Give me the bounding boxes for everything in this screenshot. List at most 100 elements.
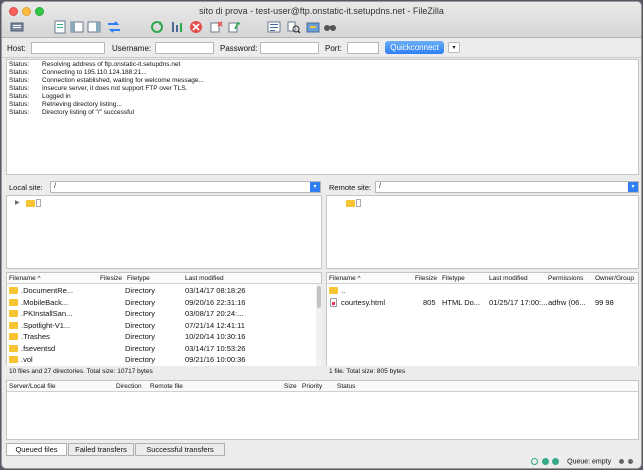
expand-arrow-icon[interactable]: ▶ [15, 199, 20, 206]
upload-indicator-icon [542, 458, 550, 465]
toggle-log-icon[interactable] [52, 19, 67, 34]
local-path-dropdown-icon[interactable]: ▾ [310, 182, 320, 192]
log-message: Directory listing of "/" successful [42, 109, 135, 116]
local-file-list-header: Filename ^ Filesize Filetype Last modifi… [7, 273, 321, 284]
column-filename[interactable]: Filename ^ [329, 275, 361, 282]
column-filetype[interactable]: Filetype [442, 275, 465, 282]
username-input[interactable] [155, 42, 214, 54]
remote-file-list-header: Filename ^ Filesize Filetype Last modifi… [327, 273, 638, 284]
transfer-queue[interactable]: Server/Local file Direction Remote file … [6, 380, 639, 440]
table-row[interactable]: .fseventsd Directory 03/14/17 10:53:26 [7, 343, 321, 355]
toggle-local-tree-icon[interactable] [69, 19, 84, 34]
tree-root-label[interactable] [36, 199, 41, 207]
folder-icon [9, 310, 18, 317]
column-filetype[interactable]: Filetype [127, 275, 150, 282]
reconnect-icon[interactable] [226, 19, 241, 34]
tab-successful-transfers[interactable]: Successful transfers [135, 443, 225, 456]
local-directory-tree[interactable]: ▶ [6, 195, 322, 269]
status-dot-icon [628, 459, 633, 464]
column-size[interactable]: Size [284, 383, 297, 390]
file-permissions: adfrw (06... [548, 297, 586, 307]
local-file-scrollbar[interactable] [316, 284, 322, 366]
directory-filter-icon[interactable] [266, 19, 281, 34]
refresh-icon[interactable] [149, 19, 164, 34]
quickconnect-bar: Host: Username: Password: Port: Quickcon… [2, 38, 641, 58]
file-modified: 01/25/17 17:00:... [489, 297, 548, 307]
status-dot-icon [619, 459, 625, 464]
gear-icon[interactable] [531, 458, 539, 465]
column-priority[interactable]: Priority [302, 383, 322, 390]
local-path-value: / [54, 183, 56, 190]
site-manager-icon[interactable] [9, 19, 24, 34]
file-name: .Spotlight-V1... [21, 320, 71, 330]
column-permissions[interactable]: Permissions [548, 275, 583, 282]
tree-root-label[interactable] [356, 199, 361, 207]
table-row[interactable]: .MobileBack... Directory 09/20/16 22:31:… [7, 297, 321, 309]
file-name: .Trashes [21, 332, 50, 341]
column-direction[interactable]: Direction [116, 383, 142, 390]
table-row[interactable]: .vol Directory 09/21/16 10:00:36 [7, 354, 321, 366]
folder-icon [9, 321, 18, 329]
column-owner-group[interactable]: Owner/Group [595, 275, 634, 282]
scrollbar-thumb[interactable] [317, 286, 321, 308]
process-queue-icon[interactable] [169, 19, 184, 34]
table-row[interactable]: .Spotlight-V1... Directory 07/21/14 12:4… [7, 320, 321, 332]
sync-browse-icon[interactable] [305, 19, 320, 34]
log-type: Status: [9, 109, 30, 116]
tab-queued-files[interactable]: Queued files [6, 443, 67, 456]
file-name: .MobileBack... [21, 297, 69, 307]
log-message: Insecure server, it does not support FTP… [42, 85, 188, 92]
download-indicator-icon [552, 458, 560, 465]
file-owner: 99 98 [595, 297, 614, 307]
column-filesize[interactable]: Filesize [100, 275, 122, 282]
file-modified: 09/20/16 22:31:16 [185, 297, 246, 307]
log-message: Connection established, waiting for welc… [42, 77, 204, 84]
remote-path-dropdown-icon[interactable]: ▾ [628, 182, 638, 192]
remote-status: 1 file. Total size: 805 bytes [326, 366, 639, 377]
search-icon[interactable] [322, 19, 337, 34]
table-row[interactable]: .PKInstallSan... Directory 03/08/17 20:2… [7, 308, 321, 320]
toggle-remote-tree-icon[interactable] [86, 19, 101, 34]
table-row[interactable]: .. [327, 285, 638, 297]
folder-icon [329, 287, 338, 294]
disconnect-icon[interactable] [208, 19, 223, 34]
remote-path-value: / [379, 183, 381, 190]
quickconnect-button[interactable]: Quickconnect [385, 41, 444, 54]
remote-file-list[interactable]: Filename ^ Filesize Filetype Last modifi… [326, 272, 639, 367]
column-last-modified[interactable]: Last modified [185, 275, 224, 282]
cancel-icon[interactable] [188, 19, 203, 34]
log-line: Status: Connecting to 195.110.124.188:21.… [9, 69, 636, 77]
column-remote-file[interactable]: Remote file [150, 383, 183, 390]
column-filesize[interactable]: Filesize [415, 275, 437, 282]
column-server-local-file[interactable]: Server/Local file [9, 383, 56, 390]
port-input[interactable] [347, 42, 379, 54]
remote-path-select[interactable]: / ▾ [375, 181, 639, 193]
file-type: Directory [125, 320, 156, 330]
log-type: Status: [9, 85, 30, 92]
log-message: Logged in [42, 93, 71, 100]
quickconnect-history-dropdown[interactable]: ▾ [448, 42, 460, 53]
log-line: Status: Retrieving directory listing... [9, 101, 636, 109]
local-status: 10 files and 27 directories. Total size:… [6, 366, 322, 377]
column-last-modified[interactable]: Last modified [489, 275, 528, 282]
table-row[interactable]: courtesy.html 805 HTML Do... 01/25/17 17… [327, 297, 638, 309]
transfer-queue-icon[interactable] [106, 19, 121, 34]
remote-site-bar: Remote site: / ▾ [326, 180, 639, 194]
file-type: Directory [125, 355, 156, 364]
tab-failed-transfers[interactable]: Failed transfers [68, 443, 134, 456]
log-type: Status: [9, 101, 30, 108]
column-status[interactable]: Status [337, 383, 355, 390]
html-file-icon [330, 297, 337, 307]
table-row[interactable]: .DocumentRe... Directory 03/14/17 08:18:… [7, 285, 321, 297]
file-size: 805 [423, 297, 436, 307]
table-row[interactable]: .Trashes Directory 10/20/14 10:30:16 [7, 331, 321, 343]
window-title: sito di prova - test-user@ftp.onstatic-i… [199, 6, 444, 16]
password-input[interactable] [260, 42, 319, 54]
log-type: Status: [9, 77, 30, 84]
column-filename[interactable]: Filename ^ [9, 275, 41, 282]
local-path-select[interactable]: / ▾ [50, 181, 321, 193]
host-input[interactable] [31, 42, 105, 54]
compare-icon[interactable] [286, 19, 301, 34]
local-file-list[interactable]: Filename ^ Filesize Filetype Last modifi… [6, 272, 322, 367]
remote-directory-tree[interactable] [326, 195, 639, 269]
